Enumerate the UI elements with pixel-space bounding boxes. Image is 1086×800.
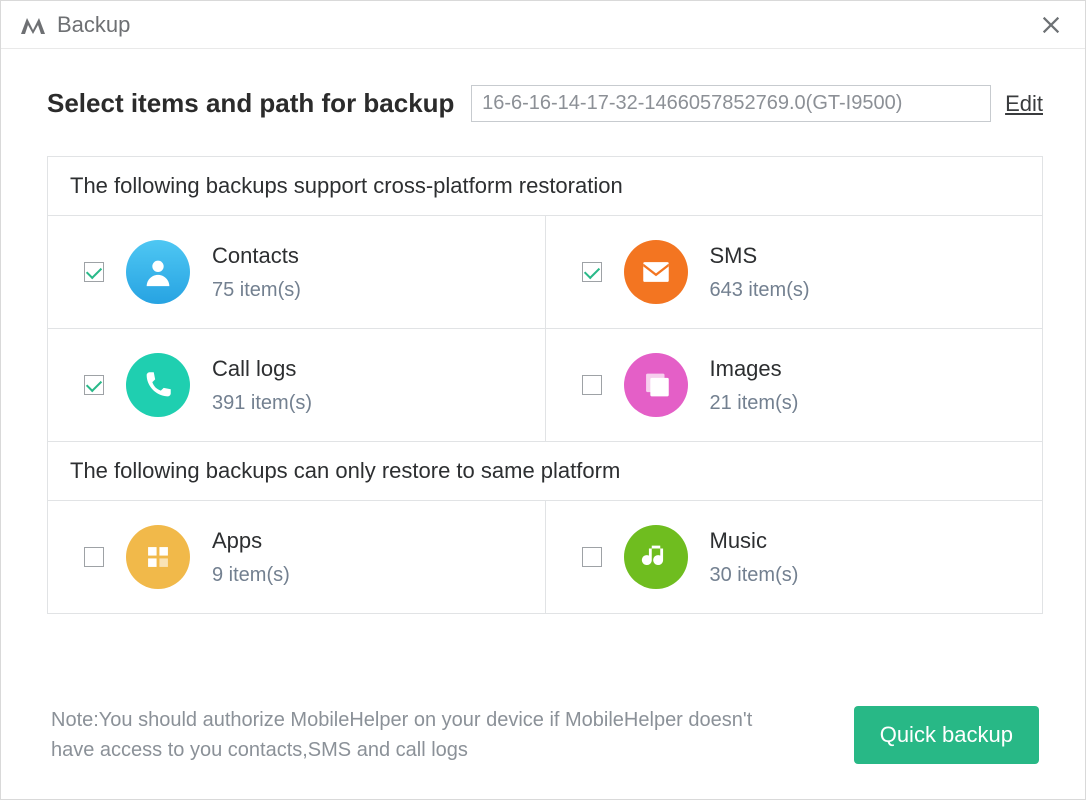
item-label: Music <box>710 528 799 554</box>
calllogs-icon <box>126 353 190 417</box>
content-area: Select items and path for backup 16-6-16… <box>1 49 1085 799</box>
apps-icon <box>126 525 190 589</box>
quick-backup-button[interactable]: Quick backup <box>854 706 1039 764</box>
item-cell-apps: Apps 9 item(s) <box>48 501 545 613</box>
note-text: Note:You should authorize MobileHelper o… <box>51 705 771 765</box>
item-cell-music: Music 30 item(s) <box>545 501 1043 613</box>
close-button[interactable] <box>1033 7 1069 43</box>
backup-path-field[interactable]: 16-6-16-14-17-32-1466057852769.0(GT-I950… <box>471 85 991 122</box>
window-title: Backup <box>57 12 130 38</box>
sms-icon <box>624 240 688 304</box>
checkbox-apps[interactable] <box>84 547 104 567</box>
edit-path-link[interactable]: Edit <box>1005 91 1043 117</box>
item-count: 643 item(s) <box>710 279 810 302</box>
item-row: Apps 9 item(s) Music 30 item(s) <box>48 500 1042 613</box>
page-heading: Select items and path for backup <box>47 88 454 119</box>
item-label: Apps <box>212 528 290 554</box>
item-cell-images: Images 21 item(s) <box>545 329 1043 441</box>
section-title-cross-platform: The following backups support cross-plat… <box>48 157 1042 215</box>
item-count: 75 item(s) <box>212 279 301 302</box>
backup-window: Backup Select items and path for backup … <box>0 0 1086 800</box>
titlebar: Backup <box>1 1 1085 49</box>
item-cell-contacts: Contacts 75 item(s) <box>48 216 545 328</box>
footer: Note:You should authorize MobileHelper o… <box>47 677 1043 799</box>
item-label: Call logs <box>212 356 312 382</box>
backup-items-panel: The following backups support cross-plat… <box>47 156 1043 614</box>
checkbox-music[interactable] <box>582 547 602 567</box>
item-label: Contacts <box>212 243 301 269</box>
section-title-same-platform: The following backups can only restore t… <box>48 441 1042 500</box>
item-row: Call logs 391 item(s) Images 21 item(s) <box>48 328 1042 441</box>
checkbox-images[interactable] <box>582 375 602 395</box>
music-icon <box>624 525 688 589</box>
checkbox-calllogs[interactable] <box>84 375 104 395</box>
item-label: SMS <box>710 243 810 269</box>
item-count: 21 item(s) <box>710 392 799 415</box>
app-logo-icon <box>19 14 47 36</box>
close-icon <box>1040 14 1062 36</box>
item-count: 391 item(s) <box>212 392 312 415</box>
item-row: Contacts 75 item(s) SMS 643 item(s) <box>48 215 1042 328</box>
images-icon <box>624 353 688 417</box>
checkbox-contacts[interactable] <box>84 262 104 282</box>
item-count: 9 item(s) <box>212 564 290 587</box>
item-cell-sms: SMS 643 item(s) <box>545 216 1043 328</box>
item-cell-calllogs: Call logs 391 item(s) <box>48 329 545 441</box>
checkbox-sms[interactable] <box>582 262 602 282</box>
item-label: Images <box>710 356 799 382</box>
item-count: 30 item(s) <box>710 564 799 587</box>
header-row: Select items and path for backup 16-6-16… <box>47 85 1043 122</box>
contacts-icon <box>126 240 190 304</box>
